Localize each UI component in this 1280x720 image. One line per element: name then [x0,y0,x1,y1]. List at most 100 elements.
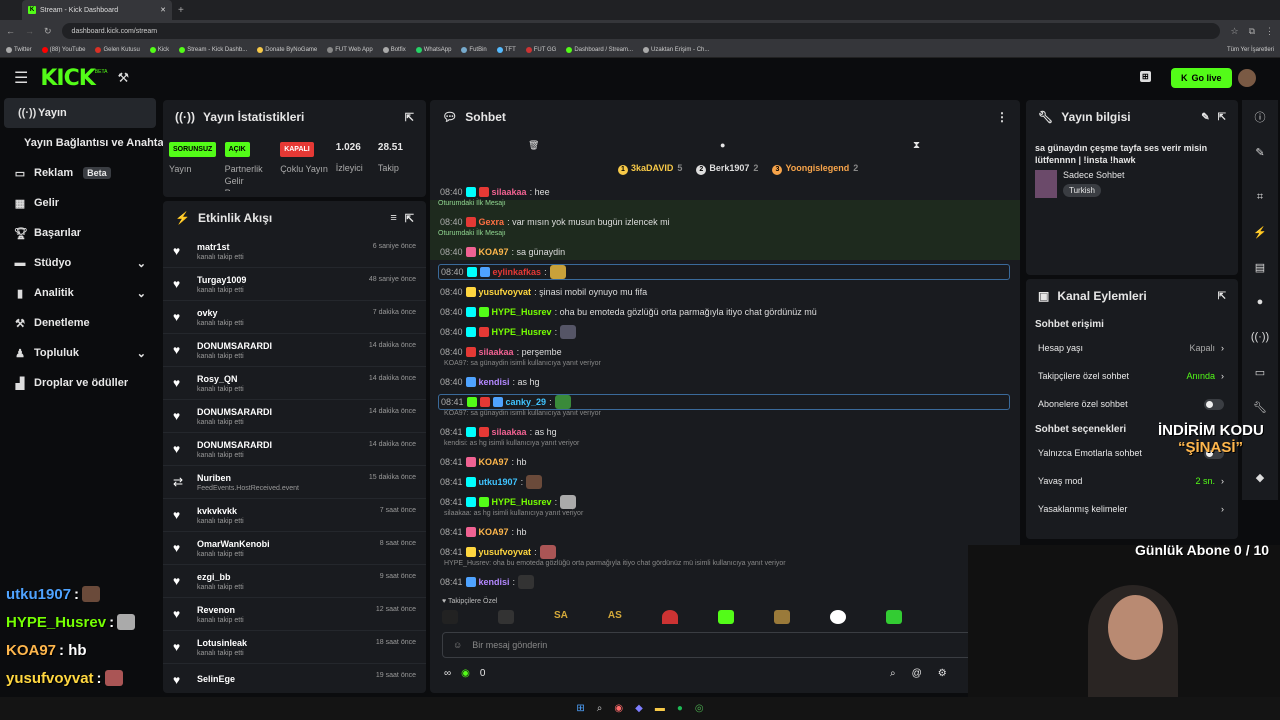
chat-message[interactable]: 08:41 HYPE_Husrev: [440,494,577,510]
message-username[interactable]: Gexra [479,217,505,227]
sidebar-item-6[interactable]: ▮ Analitik ⌄ [0,278,160,308]
new-tab-icon[interactable]: + [178,5,184,16]
menu-icon[interactable]: ⋮ [1265,26,1274,37]
chat-message[interactable]: 08:40 silaakaa: perşembe [440,344,562,360]
message-username[interactable]: canky_29 [506,397,547,407]
bookmark-item[interactable]: Uzaktan Erişim - Ch... [643,46,709,53]
activity-item[interactable]: ♥ DONUMSARARDI kanalı takip etti 14 dakika … [163,400,426,433]
filter-icon[interactable]: ≡ [390,212,396,224]
chat-message[interactable]: 08:41 yusufvoyvat: [440,544,556,560]
activity-item[interactable]: ♥ ezgi_bb kanalı takip etti 9 saat önce [163,565,426,598]
popout-icon[interactable]: ⇱ [405,212,414,225]
folder-icon[interactable]: ▬ [655,703,665,714]
message-username[interactable]: eylinkafkas [493,267,542,277]
emote[interactable] [829,610,846,624]
emote[interactable]: SA [554,610,568,624]
activity-item[interactable]: ♥ ovky kanalı takip etti 7 dakika önce [163,301,426,334]
activity-item[interactable]: ♥ matr1st kanalı takip etti 6 saniye önce [163,235,426,268]
channel-action-row[interactable]: Takipçilere özel sohbet Anında › [1026,362,1238,390]
message-username[interactable]: kendisi [479,377,510,387]
popout-icon[interactable]: ⇱ [405,111,414,124]
kick-logo[interactable]: KICK [40,66,95,91]
message-username[interactable]: kendisi [479,577,510,587]
lightning-icon[interactable]: ⚡ [1249,221,1271,243]
info-icon[interactable]: ⓘ [1249,106,1271,128]
chat-message[interactable]: 08:40 HYPE_Husrev: oha bu emoteda gözlüğü… [440,304,817,320]
chat-message[interactable]: 08:40 kendisi: as hg [440,374,540,390]
bookmark-item[interactable]: Kick [149,46,169,53]
settings-icon[interactable]: ⚙ [938,668,947,679]
reload-icon[interactable]: ↻ [44,26,52,37]
chat-message[interactable]: 08:40 KOA97: sa günaydin [440,244,565,260]
broadcast-icon[interactable]: ((·)) [1249,326,1271,348]
message-username[interactable]: utku1907 [479,477,518,487]
discord-icon[interactable]: ◆ [635,703,643,714]
sidebar-item-2[interactable]: ▭ Reklam Beta [0,158,160,188]
bookmark-item[interactable]: Twitter [6,46,32,53]
bookmark-item[interactable]: Dashboard / Stream... [566,46,633,53]
chat-message[interactable]: 08:41 silaakaa: as hg [440,424,557,440]
chevron-right-icon[interactable]: › [1221,343,1224,353]
star-icon[interactable]: ☆ [1230,26,1238,37]
popout-icon[interactable]: ⇱ [1218,291,1226,302]
emote[interactable] [442,610,458,624]
chat-message[interactable]: 08:40 Gexra: var mısın yok musun bugün iz… [440,214,670,230]
chat-icon[interactable]: ● [1249,291,1271,313]
message-username[interactable]: yusufvoyvat [479,547,532,557]
document-icon[interactable]: ▤ [1249,256,1271,278]
panel-icon[interactable]: ▭ [1249,361,1271,383]
hourglass-icon[interactable]: ⧗ [913,140,920,151]
spotify-icon[interactable]: ● [677,703,683,714]
bookmark-item[interactable]: FUT Web App [327,46,373,53]
wrench-icon[interactable]: 🔧︎ [1249,396,1271,418]
bookmark-item[interactable]: Donate ByNoGame [257,46,317,53]
avatar[interactable] [1238,69,1256,87]
emote[interactable] [885,610,902,624]
go-live-button[interactable]: K Go live [1171,68,1232,88]
activity-item[interactable]: ♥ Rosy_QN kanalı takip etti 14 dakika önce [163,367,426,400]
search-icon[interactable]: ⌕ [890,668,896,679]
leader-item[interactable]: 2 Berk1907 2 [696,163,758,175]
chat-message[interactable]: 08:40 eylinkafkas: [438,264,1010,280]
sidebar-item-3[interactable]: ▦ Gelir [0,188,160,218]
sidebar-item-0[interactable]: ((·)) Yayın [4,98,156,128]
edit-icon[interactable]: ✎ [1249,141,1271,163]
message-username[interactable]: silaakaa [479,347,514,357]
sidebar-item-7[interactable]: ⚒ Denetleme [0,308,160,338]
activity-item[interactable]: ♥ Revenon kanalı takip etti 12 saat önce [163,598,426,631]
chevron-down-icon[interactable]: ⌄ [137,287,146,300]
chat-message[interactable]: 08:41 canky_29: [438,394,1010,410]
tools-icon[interactable]: ⚒ [117,70,129,86]
back-icon[interactable]: ← [6,26,15,36]
emote[interactable] [661,610,678,624]
chevron-right-icon[interactable]: › [1221,476,1224,486]
message-username[interactable]: KOA97 [479,457,509,467]
bookmark-item[interactable]: Botfix [382,46,406,53]
infinity-icon[interactable]: ∞ [444,668,451,679]
edit-icon[interactable]: ✎ [1201,112,1209,123]
obs-icon[interactable]: ◉ [614,703,623,714]
activity-item[interactable]: ♥ OmarWanKenobi kanalı takip etti 8 saat ön… [163,532,426,565]
browser-tab[interactable]: K Stream - Kick Dashboard ✕ [22,0,172,20]
message-username[interactable]: KOA97 [479,247,509,257]
activity-item[interactable]: ♥ SelinEge 19 saat önce [163,664,426,693]
extensions-icon[interactable]: ⧉ [1249,26,1255,37]
message-username[interactable]: KOA97 [479,527,509,537]
chevron-right-icon[interactable]: › [1221,371,1224,381]
message-username[interactable]: HYPE_Husrev [492,327,552,337]
emote[interactable] [498,610,514,624]
chat-message[interactable]: 08:40 silaakaa: hee [440,184,550,200]
all-bookmarks[interactable]: Tüm Yer İşaretleri [1227,47,1274,53]
message-username[interactable]: yusufvoyvat [479,287,532,297]
emote[interactable] [773,610,790,624]
chat-message[interactable]: 08:40 HYPE_Husrev: [440,324,577,340]
chat-message[interactable]: 08:41 utku1907: [440,474,543,490]
sidebar-item-1[interactable]: Yayın Bağlantısı ve Anahtarı [0,128,171,158]
chat-message[interactable]: 08:41 KOA97: hb [440,454,527,470]
popout-icon[interactable]: ⇱ [1218,112,1226,123]
chat-message[interactable]: 08:40 yusufvoyvat: şinasi mobil oynuyo mu… [440,284,647,300]
chevron-right-icon[interactable]: › [1221,504,1224,514]
trash-icon[interactable]: 🗑︎ [528,140,539,151]
bookmark-item[interactable]: FutBin [461,46,487,53]
search-icon[interactable]: ⌕ [597,703,603,714]
